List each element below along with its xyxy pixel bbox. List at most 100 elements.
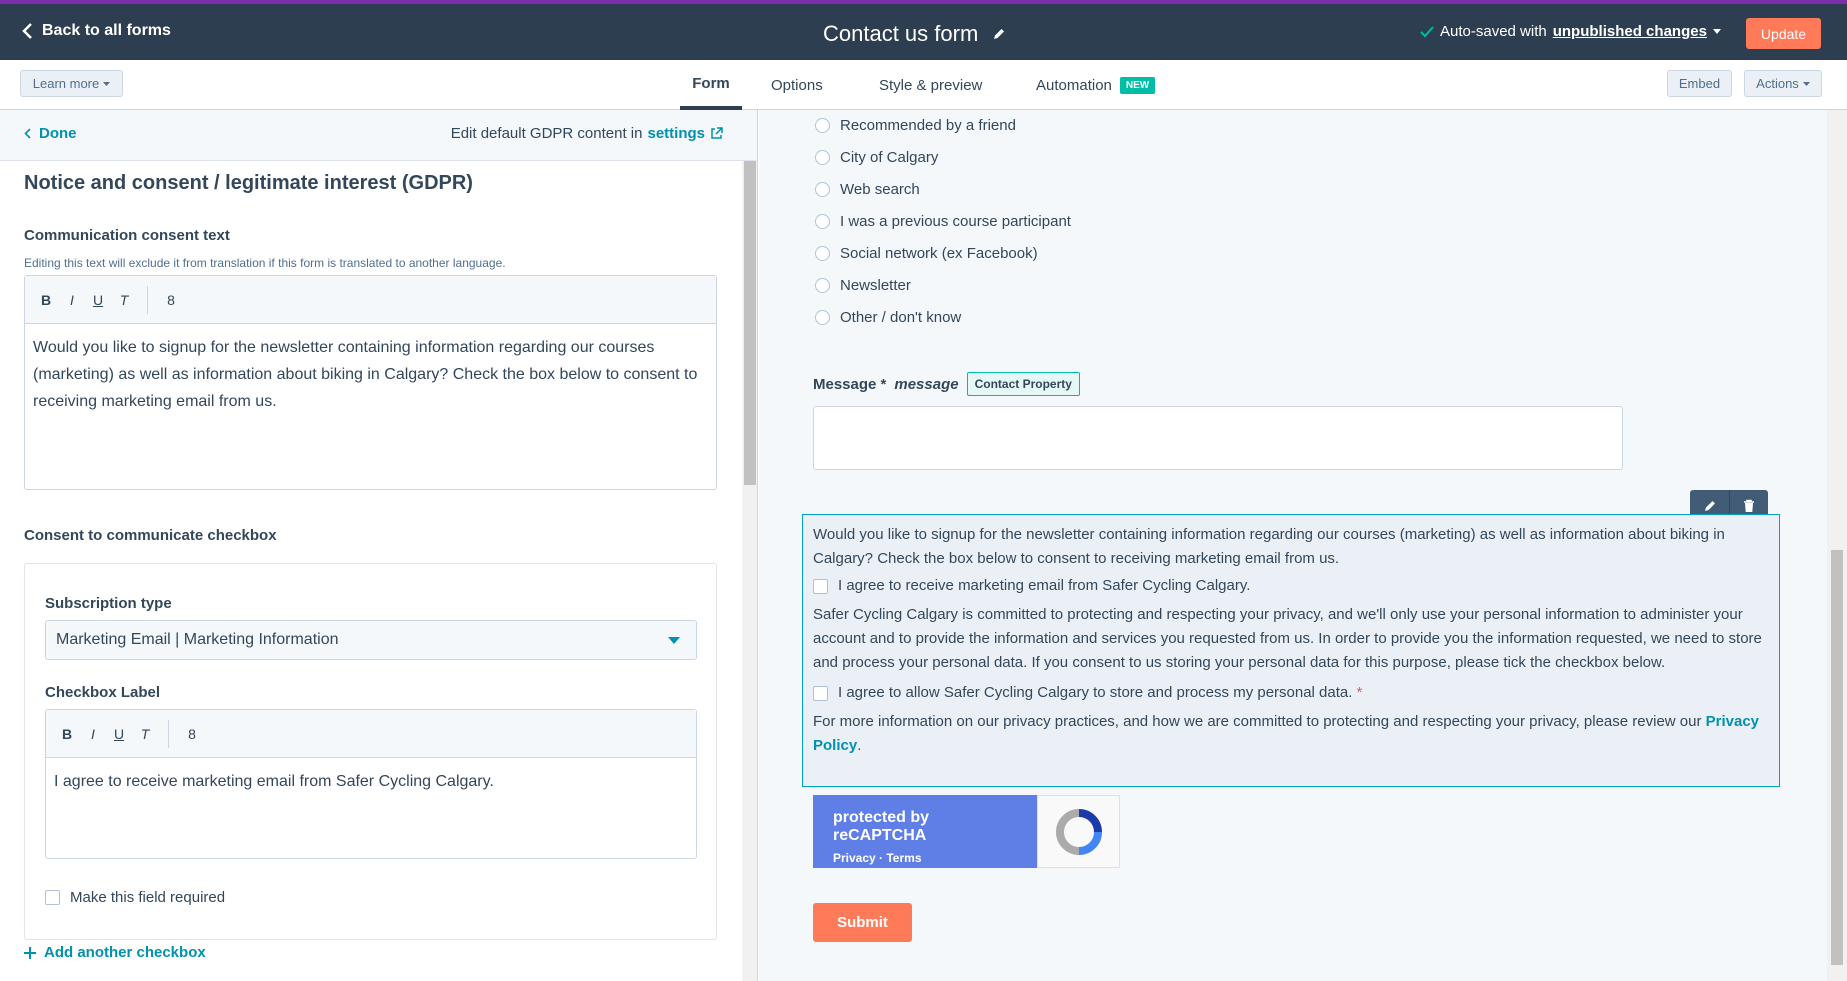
- processing-consent-checkbox[interactable]: [813, 685, 828, 701]
- radio-option[interactable]: Other / don't know: [815, 309, 961, 326]
- caret-down-icon: [668, 637, 680, 644]
- radio-option[interactable]: I was a previous course participant: [815, 213, 1071, 230]
- italic-icon[interactable]: I: [86, 726, 100, 742]
- subscription-type-label: Subscription type: [45, 595, 172, 612]
- bold-icon[interactable]: B: [39, 292, 53, 308]
- checkmark-icon: [1420, 25, 1434, 37]
- tab-automation-label: Automation: [1036, 76, 1112, 94]
- radio-button[interactable]: [815, 278, 830, 293]
- recaptcha-badge[interactable]: protected by reCAPTCHA Privacy · Terms: [813, 795, 1120, 868]
- tab-automation[interactable]: Automation NEW: [1036, 60, 1156, 110]
- radio-option-label: City of Calgary: [840, 149, 939, 166]
- form-title-area: Contact us form: [823, 21, 1006, 47]
- rich-text-toolbar: B I U T 8: [46, 710, 696, 758]
- radio-button[interactable]: [815, 214, 830, 229]
- privacy-policy-text: For more information on our privacy prac…: [813, 713, 1760, 754]
- plus-icon: [24, 946, 36, 959]
- underline-icon[interactable]: U: [112, 726, 126, 742]
- message-field-label[interactable]: Message * message Contact Property: [813, 372, 1080, 396]
- radio-option-label: Newsletter: [840, 277, 911, 294]
- recaptcha-links[interactable]: Privacy · Terms: [833, 851, 1017, 865]
- consent-text-content[interactable]: Would you like to signup for the newslet…: [25, 324, 716, 425]
- autosave-status[interactable]: Auto-saved with unpublished changes: [1420, 23, 1721, 40]
- radio-button[interactable]: [815, 246, 830, 261]
- learn-more-button[interactable]: Learn more: [20, 70, 123, 97]
- consent-checkbox-section-label: Consent to communicate checkbox: [24, 527, 277, 544]
- link-icon[interactable]: 8: [164, 292, 178, 308]
- message-label: Message *: [813, 375, 887, 393]
- actions-label: Actions: [1756, 76, 1799, 91]
- editor-nav-bar: Learn more Form Options Style & preview …: [0, 60, 1847, 110]
- add-another-checkbox-button[interactable]: Add another checkbox: [24, 944, 206, 961]
- required-field-option[interactable]: Make this field required: [45, 889, 225, 906]
- radio-button[interactable]: [815, 182, 830, 197]
- caret-down-icon: [1712, 29, 1721, 34]
- pencil-icon[interactable]: [992, 27, 1006, 41]
- settings-link[interactable]: settings: [647, 125, 705, 142]
- gdpr-processing-text: Safer Cycling Calgary is committed to pr…: [813, 606, 1762, 671]
- message-textarea[interactable]: [813, 406, 1623, 470]
- radio-option[interactable]: City of Calgary: [815, 149, 938, 166]
- processing-consent-label: I agree to allow Safer Cycling Calgary t…: [838, 684, 1353, 701]
- required-checkbox[interactable]: [45, 890, 60, 905]
- actions-button[interactable]: Actions: [1744, 70, 1822, 97]
- consent-text-label: Communication consent text: [24, 227, 230, 244]
- radio-option-label: Other / don't know: [840, 309, 962, 326]
- contact-property-badge: Contact Property: [966, 372, 1080, 396]
- radio-option-label: I was a previous course participant: [840, 213, 1071, 230]
- external-link-icon[interactable]: [710, 127, 723, 140]
- tab-options-label: Options: [771, 76, 823, 94]
- unpublished-changes-link[interactable]: unpublished changes: [1553, 23, 1707, 40]
- marketing-consent-checkbox[interactable]: [813, 578, 828, 594]
- toolbar-divider: [168, 719, 169, 748]
- radio-option[interactable]: Recommended by a friend: [815, 117, 1016, 134]
- embed-button[interactable]: Embed: [1667, 70, 1732, 97]
- required-label: Make this field required: [70, 889, 226, 906]
- consent-text-editor[interactable]: B I U T 8 Would you like to signup for t…: [24, 275, 717, 490]
- chevron-left-icon: [22, 23, 32, 39]
- back-to-forms-link[interactable]: Back to all forms: [22, 22, 171, 40]
- radio-button[interactable]: [815, 310, 830, 325]
- bold-icon[interactable]: B: [60, 726, 74, 742]
- radio-option[interactable]: Social network (ex Facebook): [815, 245, 1038, 262]
- required-asterisk: *: [1356, 684, 1363, 701]
- update-button[interactable]: Update: [1746, 18, 1821, 49]
- tab-style-preview[interactable]: Style & preview: [879, 60, 982, 110]
- gdpr-consent-block[interactable]: Would you like to signup for the newslet…: [802, 514, 1780, 787]
- checkbox-label-content[interactable]: I agree to receive marketing email from …: [46, 758, 696, 805]
- subscription-type-select[interactable]: Marketing Email | Marketing Information: [45, 620, 697, 660]
- form-preview-panel: Recommended by a friend City of Calgary …: [759, 110, 1847, 981]
- radio-option[interactable]: Newsletter: [815, 277, 911, 294]
- gdpr-settings-prefix: Edit default GDPR content in: [450, 125, 643, 142]
- rich-text-toolbar: B I U T 8: [25, 276, 716, 324]
- toolbar-divider: [147, 285, 148, 314]
- done-label: Done: [39, 125, 77, 142]
- radio-option[interactable]: Web search: [815, 181, 920, 198]
- marketing-consent-row[interactable]: I agree to receive marketing email from …: [813, 574, 1769, 598]
- consent-checkbox-card: Subscription type Marketing Email | Mark…: [24, 563, 717, 940]
- tab-options[interactable]: Options: [771, 60, 823, 110]
- tab-form[interactable]: Form: [680, 60, 742, 110]
- add-checkbox-label: Add another checkbox: [44, 944, 206, 961]
- marketing-consent-label: I agree to receive marketing email from …: [838, 577, 1251, 594]
- checkbox-label-editor[interactable]: B I U T 8 I agree to receive marketing e…: [45, 709, 697, 859]
- radio-button[interactable]: [815, 118, 830, 133]
- processing-consent-row[interactable]: I agree to allow Safer Cycling Calgary t…: [813, 681, 1769, 705]
- radio-button[interactable]: [815, 150, 830, 165]
- caret-down-icon: [103, 81, 111, 86]
- clear-format-icon[interactable]: T: [117, 292, 131, 308]
- done-button[interactable]: Done: [24, 125, 77, 142]
- right-scrollbar-thumb[interactable]: [1831, 550, 1843, 965]
- radio-option-label: Web search: [840, 181, 920, 198]
- recaptcha-label-area: protected by reCAPTCHA Privacy · Terms: [813, 795, 1037, 868]
- radio-option-label: Social network (ex Facebook): [840, 245, 1038, 262]
- checkbox-label-title: Checkbox Label: [45, 684, 161, 701]
- left-scrollbar-thumb[interactable]: [744, 161, 756, 485]
- italic-icon[interactable]: I: [65, 292, 79, 308]
- underline-icon[interactable]: U: [91, 292, 105, 308]
- link-icon[interactable]: 8: [185, 726, 199, 742]
- submit-button[interactable]: Submit: [813, 903, 912, 942]
- back-label: Back to all forms: [42, 22, 171, 39]
- trash-icon: [1744, 499, 1754, 512]
- clear-format-icon[interactable]: T: [138, 726, 152, 742]
